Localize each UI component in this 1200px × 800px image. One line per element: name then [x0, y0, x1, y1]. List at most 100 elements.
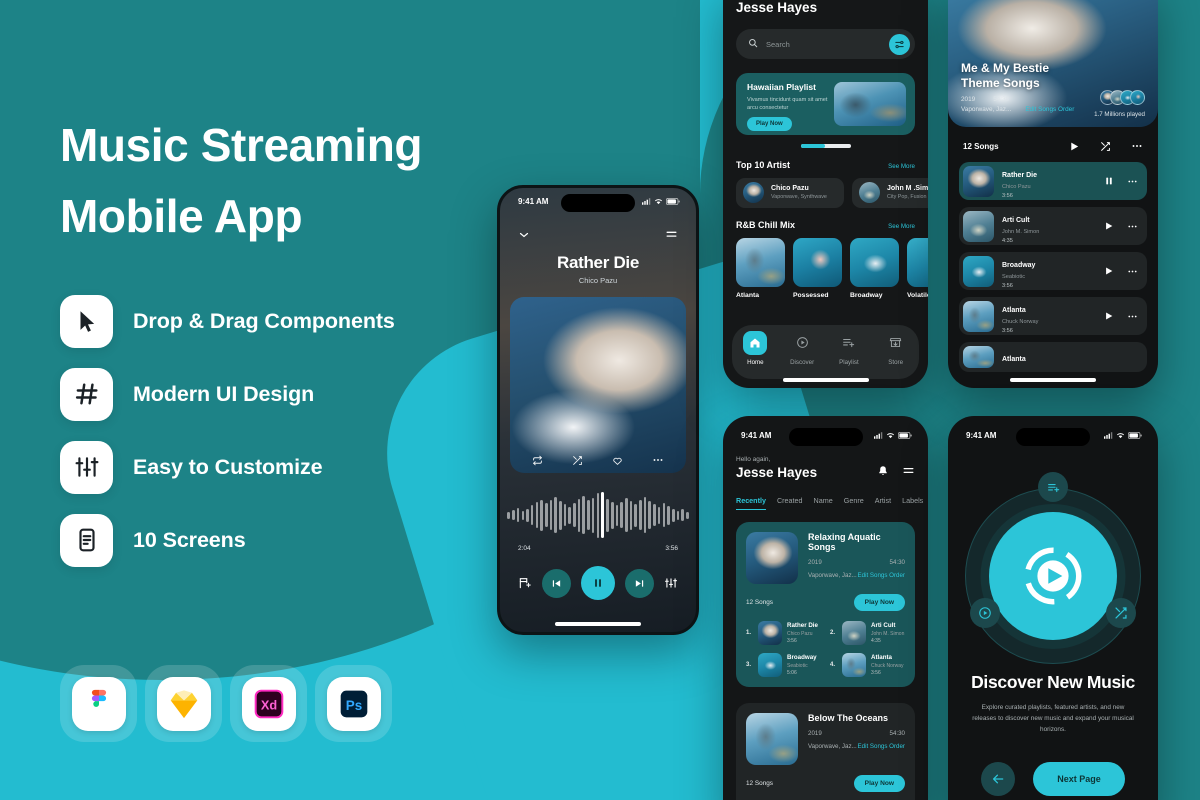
list-item[interactable]: 2. Arti Cult John M. Simon 4:35: [830, 621, 905, 645]
list-item[interactable]: Rather Die Chico Pazu 3:56: [959, 162, 1147, 200]
page-title: Music Streaming Mobile App: [60, 110, 530, 253]
waveform-bar: [591, 497, 595, 533]
add-to-queue-icon[interactable]: [518, 576, 532, 590]
featured-banner[interactable]: Hawaiian Playlist Vivamus tincidunt quam…: [736, 73, 915, 135]
play-icon[interactable]: [1104, 221, 1114, 231]
play-pause-button[interactable]: [581, 566, 615, 600]
song-artist: Chuck Norway: [871, 662, 904, 669]
shuffle-icon[interactable]: [572, 455, 583, 466]
tab-name[interactable]: Name: [814, 496, 833, 510]
equalizer-icon[interactable]: [664, 576, 678, 590]
menu-icon[interactable]: [665, 228, 678, 241]
list-item[interactable]: Arti Cult John M. Simon 4:35: [959, 207, 1147, 245]
feature-label: Easy to Customize: [133, 454, 323, 479]
cellular-icon: [874, 431, 883, 439]
onboarding-description: Explore curated playlists, featured arti…: [972, 704, 1134, 733]
playlist-duration: 54:30: [889, 559, 905, 566]
sidebar-item-discover[interactable]: Discover: [779, 331, 826, 366]
artist-carousel[interactable]: Chico Pazu Vaporwave, Synthwave John M .…: [736, 177, 928, 208]
filter-icon[interactable]: [889, 33, 910, 55]
see-more-link[interactable]: See More: [888, 163, 915, 170]
list-item[interactable]: 3. Broadway Seabiotic 5:06: [746, 653, 821, 677]
more-icon[interactable]: [652, 454, 664, 466]
list-item[interactable]: Atlanta: [959, 342, 1147, 372]
mix-artwork: [736, 237, 785, 287]
edit-songs-order-link[interactable]: Edit Songs Order: [858, 572, 905, 579]
see-more-link[interactable]: See More: [888, 223, 915, 230]
tool-badges: Xd Ps: [60, 665, 392, 742]
sidebar-item-home[interactable]: Home: [732, 330, 779, 366]
play-icon[interactable]: [1104, 266, 1114, 276]
next-button[interactable]: [625, 568, 654, 598]
library-filter-tabs: Recently Created Name Genre Artist Label…: [736, 496, 923, 510]
heart-icon[interactable]: [612, 455, 623, 466]
mix-carousel[interactable]: Atlanta Possessed Broadway Volatile: [736, 237, 928, 299]
mix-card[interactable]: Possessed: [793, 237, 842, 299]
tab-artist[interactable]: Artist: [875, 496, 891, 510]
playlist-add-icon[interactable]: [1038, 472, 1068, 502]
more-icon[interactable]: [1127, 311, 1138, 322]
carousel-scrollbar[interactable]: [800, 144, 851, 148]
more-icon[interactable]: [1127, 266, 1138, 277]
hero-section: Music Streaming Mobile App Drop & Drag C…: [60, 110, 530, 567]
play-now-button[interactable]: Play Now: [853, 775, 905, 792]
playlist-title-line2: Theme Songs: [961, 76, 1040, 90]
list-item[interactable]: Atlanta Chuck Norway 3:56: [959, 297, 1147, 335]
list-item[interactable]: Broadway Seabiotic 3:56: [959, 252, 1147, 290]
waveform-bar: [573, 503, 576, 527]
song-artwork: [963, 346, 994, 368]
playlist-title: Me & My Bestie Theme Songs: [961, 61, 1145, 91]
previous-button[interactable]: [542, 568, 571, 598]
list-item[interactable]: 1. Rather Die Chico Pazu 3:56: [746, 621, 821, 645]
more-icon[interactable]: [1127, 176, 1138, 187]
song-duration: 4:35: [1002, 237, 1013, 244]
sidebar-item-playlist[interactable]: Playlist: [826, 331, 873, 366]
play-icon[interactable]: [1104, 311, 1114, 321]
next-page-button[interactable]: Next Page: [1033, 761, 1125, 796]
list-item[interactable]: 4. Atlanta Chuck Norway 3:56: [830, 653, 905, 677]
artist-card[interactable]: John M .Simon City Pop, Fusion: [852, 177, 928, 208]
edit-songs-order-link[interactable]: Edit Songs Order: [858, 743, 905, 750]
search-bar[interactable]: Search: [736, 29, 915, 59]
play-now-button[interactable]: Play Now: [853, 594, 905, 611]
mix-card[interactable]: Atlanta: [736, 237, 785, 299]
artist-name: John M .Simon: [887, 185, 928, 192]
edit-songs-order-link[interactable]: Edit Songs Order: [1025, 106, 1074, 113]
search-input[interactable]: Search: [766, 40, 881, 49]
tab-genre[interactable]: Genre: [844, 496, 864, 510]
tab-recently[interactable]: Recently: [736, 496, 766, 510]
bell-icon[interactable]: [877, 464, 889, 482]
tab-labels[interactable]: Labels: [902, 496, 923, 510]
waveform-bar: [667, 505, 670, 525]
waveform-bar: [653, 504, 656, 526]
waveform-bar: [629, 500, 633, 530]
phone-mockup-discover: 9:41 AM Discover New Music Explore curat…: [948, 416, 1158, 800]
playlist-card[interactable]: Below The Oceans 2019 54:30 Vaporwave, J…: [736, 703, 915, 800]
pause-icon[interactable]: [1104, 176, 1114, 186]
dynamic-island: [1016, 428, 1090, 446]
play-icon[interactable]: [1069, 141, 1080, 152]
mix-artwork: [850, 237, 899, 287]
playlist-card[interactable]: Relaxing Aquatic Songs 2019 54:30 Vaporw…: [736, 522, 915, 687]
repeat-icon[interactable]: [532, 455, 543, 466]
waveform-bar: [549, 500, 553, 530]
shuffle-icon[interactable]: [1106, 598, 1136, 628]
carousel-scrollbar-thumb[interactable]: [800, 144, 825, 148]
artist-card[interactable]: Chico Pazu Vaporwave, Synthwave: [736, 177, 844, 208]
song-title: Atlanta: [1002, 356, 1026, 363]
banner-play-now-button[interactable]: Play Now: [747, 117, 792, 132]
shuffle-icon[interactable]: [1100, 141, 1111, 152]
more-icon[interactable]: [1131, 140, 1143, 152]
menu-icon[interactable]: [902, 464, 915, 482]
playlist-artwork: [746, 532, 798, 584]
discover-play-icon[interactable]: [970, 598, 1000, 628]
page-title-line1: Music Streaming: [60, 119, 423, 171]
mix-card[interactable]: Volatile: [907, 237, 928, 299]
sidebar-item-store[interactable]: Store: [872, 331, 919, 366]
play-circle-icon[interactable]: [989, 512, 1117, 640]
more-icon[interactable]: [1127, 221, 1138, 232]
mix-card[interactable]: Broadway: [850, 237, 899, 299]
tab-created[interactable]: Created: [777, 496, 803, 510]
arrow-left-icon[interactable]: [981, 761, 1016, 796]
song-duration: 3:56: [787, 638, 797, 644]
